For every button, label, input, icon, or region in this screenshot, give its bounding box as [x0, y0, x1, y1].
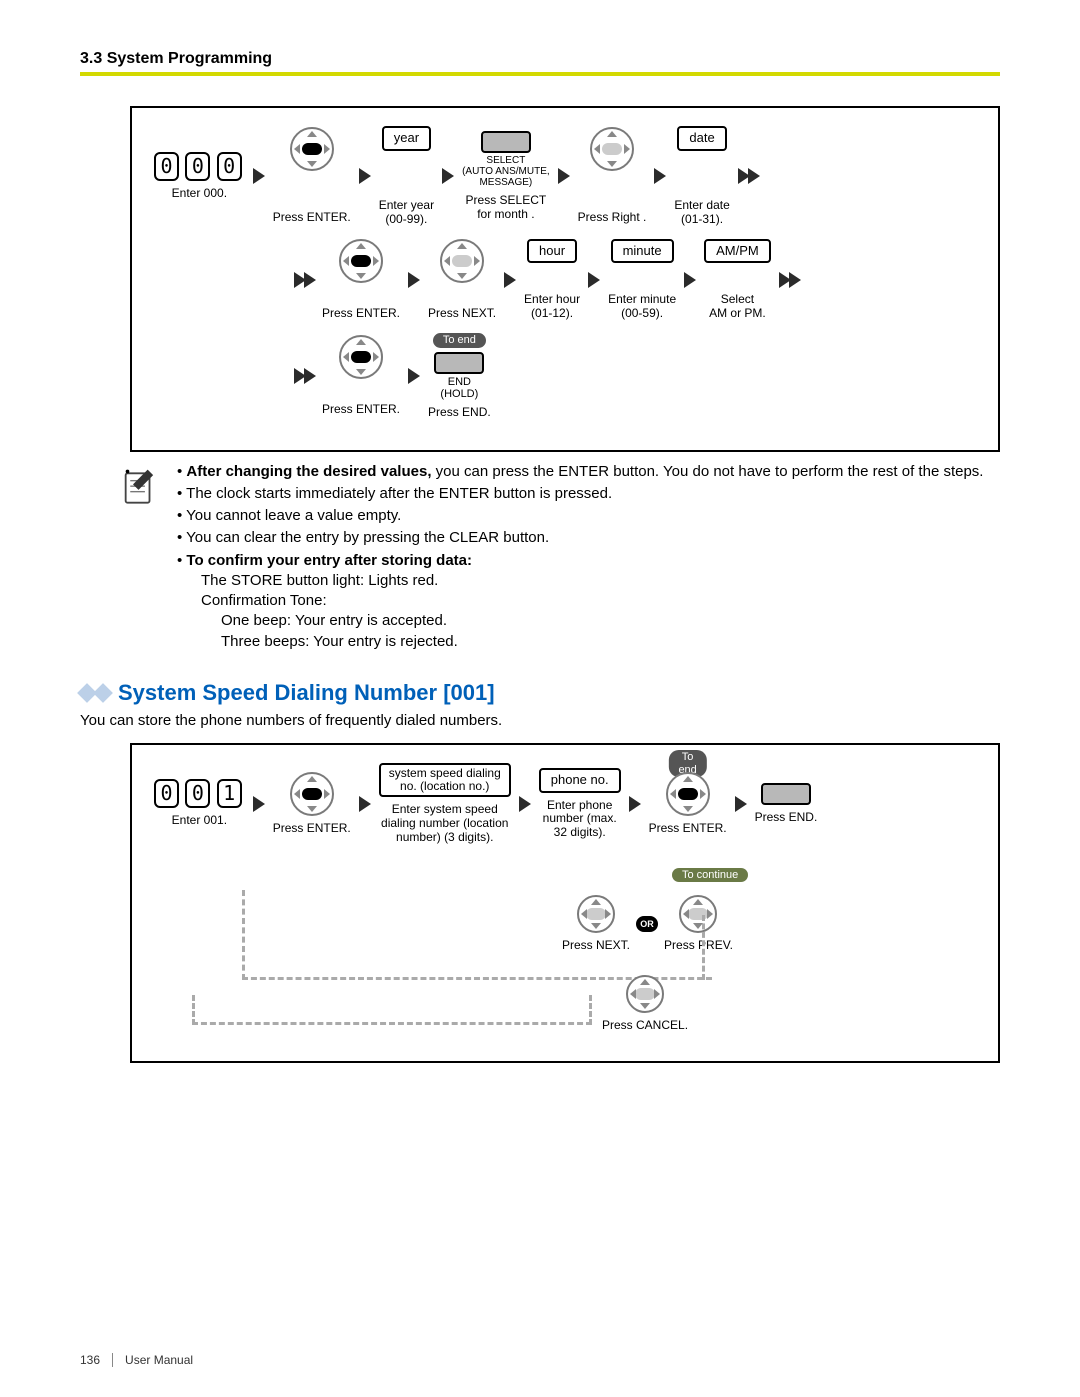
phone-field: phone no. Enter phone number (max. 32 di… — [539, 768, 621, 840]
section-title: System Speed Dialing Number [001] — [80, 680, 1000, 706]
caption: Press NEXT. — [428, 307, 496, 321]
page-number: 136 — [80, 1353, 100, 1367]
date-field: date Enter date (01-31). — [674, 126, 729, 227]
year-field: year Enter year (00-99). — [379, 126, 434, 227]
hour-field: hour Enter hour (01-12). — [524, 239, 580, 322]
label: no. (location no.) — [389, 780, 501, 793]
grey-key — [434, 352, 484, 374]
notepad-icon — [120, 466, 157, 652]
caption: Press ENTER. — [649, 822, 727, 836]
note-block: • After changing the desired values, you… — [120, 462, 1000, 652]
digit-key: 0 — [185, 152, 210, 181]
caption: Select AM or PM. — [709, 293, 766, 321]
navigator-icon — [590, 127, 634, 171]
nav-enter: Press ENTER. — [322, 335, 400, 417]
nav-right: Press Right . — [578, 127, 647, 225]
speed-dial-diagram: 0 0 1 Enter 001. Press ENTER. system spe… — [130, 743, 1000, 1063]
caption: Press END. — [755, 811, 818, 825]
digit-key: 0 — [185, 779, 210, 808]
navigator-icon — [440, 239, 484, 283]
input-box: system speed dialing no. (location no.) — [379, 763, 511, 797]
digit-key: 0 — [154, 152, 179, 181]
grey-key — [481, 131, 531, 153]
text: You can clear the entry by pressing the … — [186, 529, 549, 546]
input-box: phone no. — [539, 768, 621, 793]
text: Three beeps: Your entry is rejected. — [221, 632, 983, 652]
caption: Enter phone number (max. 32 digits). — [543, 799, 617, 840]
text: The clock starts immediately after the E… — [186, 485, 612, 502]
text: Confirmation Tone: — [201, 591, 983, 611]
digit-key: 1 — [217, 779, 242, 808]
nav-enter: Press ENTER. — [273, 127, 351, 225]
end-step: Press END. — [755, 783, 818, 825]
navigator-icon — [626, 975, 664, 1013]
navigator-icon — [290, 127, 334, 171]
footer-label: User Manual — [125, 1353, 193, 1367]
clock-diagram: 0 0 0 Enter 000. Press ENTER. year Enter… — [130, 106, 1000, 452]
caption: Enter system speed dialing number (locat… — [381, 803, 508, 844]
input-box: hour — [527, 239, 577, 264]
page-footer: 136 User Manual — [80, 1353, 193, 1367]
caption: Enter hour (01-12). — [524, 293, 580, 321]
bold-text: After changing the desired values, — [186, 463, 431, 480]
caption: Press END. — [428, 406, 491, 420]
digit-key: 0 — [217, 152, 242, 181]
grey-key — [761, 783, 811, 805]
navigator-icon — [339, 335, 383, 379]
flow-arrow — [253, 159, 265, 193]
caption: Enter 001. — [172, 814, 227, 828]
input-box: AM/PM — [704, 239, 771, 264]
flow-arrow-double — [738, 159, 758, 193]
caption: Enter year (00-99). — [379, 199, 434, 227]
caption: Enter minute (00-59). — [608, 293, 676, 321]
input-box: minute — [611, 239, 674, 264]
loop-path-right — [702, 915, 705, 980]
label: SELECT (AUTO ANS/MUTE, MESSAGE) — [462, 155, 550, 188]
digits-001: 0 0 1 Enter 001. — [154, 779, 245, 828]
bold-text: To confirm your entry after storing data… — [186, 552, 472, 569]
section-description: You can store the phone numbers of frequ… — [80, 712, 1000, 729]
header-rule — [80, 72, 1000, 76]
caption: Press SELECT for month . — [466, 194, 547, 222]
to-end-pill: To end — [433, 333, 486, 348]
input-box: date — [677, 126, 726, 151]
text: One beep: Your entry is accepted. — [221, 611, 983, 631]
digit-key: 0 — [154, 779, 179, 808]
text: you can press the ENTER button. You do n… — [431, 463, 983, 480]
ampm-field: AM/PM Select AM or PM. — [704, 239, 771, 322]
caption: Enter 000. — [172, 187, 227, 201]
caption: Press ENTER. — [322, 403, 400, 417]
select-month: SELECT (AUTO ANS/MUTE, MESSAGE) Press SE… — [462, 131, 550, 222]
loop-path-lower — [192, 995, 592, 1025]
caption: Press ENTER. — [273, 211, 351, 225]
loop-path — [242, 890, 712, 980]
minute-field: minute Enter minute (00-59). — [608, 239, 676, 322]
nav-enter-2: To end Press ENTER. — [649, 772, 727, 836]
nav-cancel: Press CANCEL. — [602, 975, 688, 1033]
nav-enter: Press ENTER. — [273, 772, 351, 836]
digits-000: 0 0 0 Enter 000. — [154, 152, 245, 201]
note-text: • After changing the desired values, you… — [177, 462, 983, 652]
text: The STORE button light: Lights red. — [201, 571, 983, 591]
navigator-icon — [666, 772, 710, 816]
navigator-icon — [339, 239, 383, 283]
nav-enter: Press ENTER. — [322, 239, 400, 321]
label: END (HOLD) — [440, 376, 478, 400]
location-field: system speed dialing no. (location no.) … — [379, 763, 511, 845]
caption: Press Right . — [578, 211, 647, 225]
end-step: To end END (HOLD) Press END. — [428, 333, 491, 420]
text: You cannot leave a value empty. — [186, 507, 401, 524]
title-text: System Speed Dialing Number [001] — [118, 680, 495, 706]
caption: Press ENTER. — [273, 822, 351, 836]
diamond-bullet-icon — [80, 686, 110, 700]
section-header: 3.3 System Programming — [80, 50, 1000, 68]
caption: Enter date (01-31). — [674, 199, 729, 227]
input-box: year — [382, 126, 431, 151]
nav-next: Press NEXT. — [428, 239, 496, 321]
caption: Press CANCEL. — [602, 1019, 688, 1033]
caption: Press ENTER. — [322, 307, 400, 321]
to-continue-pill: To continue — [672, 865, 748, 882]
navigator-icon — [290, 772, 334, 816]
